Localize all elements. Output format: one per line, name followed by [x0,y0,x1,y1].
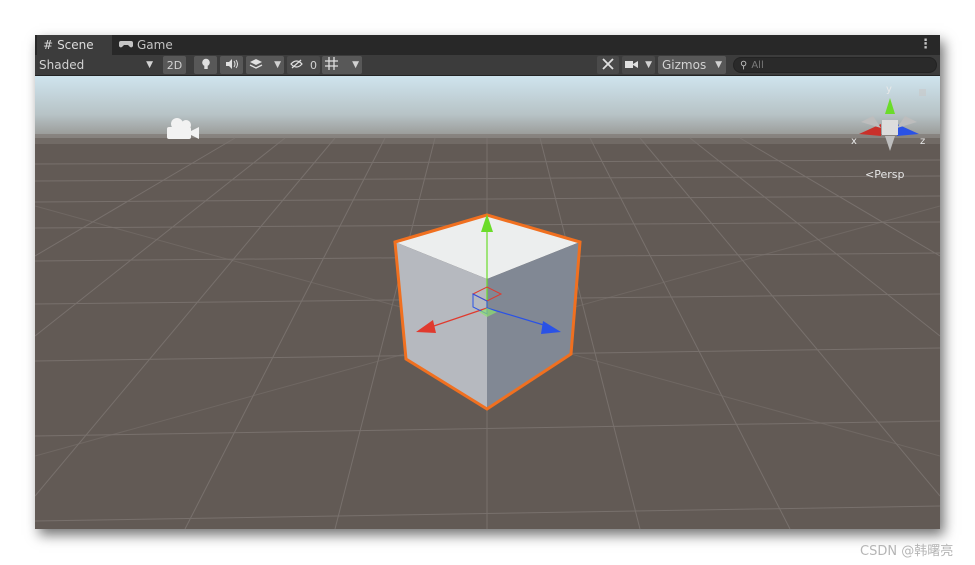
toggle-2d-button[interactable]: 2D [163,56,186,74]
projection-toggle[interactable]: <Persp [865,168,904,181]
shading-mode-label: Shaded [39,58,85,72]
speaker-icon [225,58,238,72]
grid-snapping-dropdown[interactable]: ▼ [322,56,362,74]
gizmo-y-label: y [886,84,892,95]
chevron-down-icon: ▼ [146,60,153,70]
video-camera-icon [625,59,638,72]
gizmo-z-label: z [920,136,925,147]
scene-visibility-toggle[interactable]: 0 [287,56,320,74]
gizmo-center-cube[interactable] [882,120,898,135]
chevron-down-icon: ▼ [645,60,652,70]
search-placeholder: All [751,59,764,71]
tab-game[interactable]: Game [115,35,195,55]
scene-view-canvas[interactable]: y x z [35,76,940,529]
tab-scene-label: Scene [57,38,94,52]
layers-effects-icon [249,58,263,73]
tab-bar: # Scene Game ⋮ [35,35,940,55]
search-icon: ⚲ [740,59,748,71]
more-options-icon[interactable]: ⋮ [919,37,932,52]
watermark-text: CSDN @韩曙亮 [860,544,954,559]
gizmos-label: Gizmos [662,58,707,72]
scene-viewport[interactable]: y x z <Persp [35,76,940,529]
tab-game-label: Game [137,38,173,52]
lock-icon[interactable] [919,89,926,96]
chevron-down-icon: ▼ [274,60,281,70]
wrench-screwdriver-icon [602,57,614,73]
chevron-down-icon: ▼ [715,60,722,70]
hidden-eye-icon [290,59,303,72]
toggle-2d-label: 2D [166,58,183,72]
chevron-left-icon: < [865,168,875,181]
shading-mode-dropdown[interactable]: Shaded ▼ [35,56,157,74]
scene-window: # Scene Game ⋮ Shaded ▼ 2D ▼ 0 ▼ ▼ Gizmo… [35,35,940,529]
lighting-toggle-button[interactable] [194,56,217,74]
grid-icon [325,57,338,73]
camera-dropdown[interactable]: ▼ [622,56,655,74]
gizmo-x-label: x [851,136,857,147]
hidden-count: 0 [310,58,317,72]
effects-dropdown[interactable]: ▼ [246,56,284,74]
chevron-down-icon: ▼ [352,60,359,70]
lightbulb-icon [201,58,211,73]
tab-scene[interactable]: # Scene [37,35,112,55]
grid-icon: # [43,38,54,52]
scene-search-input[interactable]: ⚲ All [733,57,937,73]
scene-toolbar: Shaded ▼ 2D ▼ 0 ▼ ▼ Gizmos ▼ ⚲ All [35,55,940,76]
audio-toggle-button[interactable] [220,56,243,74]
gamepad-icon [119,38,133,52]
projection-label: Persp [874,168,905,181]
tools-button[interactable] [597,56,619,74]
gizmos-dropdown[interactable]: Gizmos ▼ [658,56,726,74]
